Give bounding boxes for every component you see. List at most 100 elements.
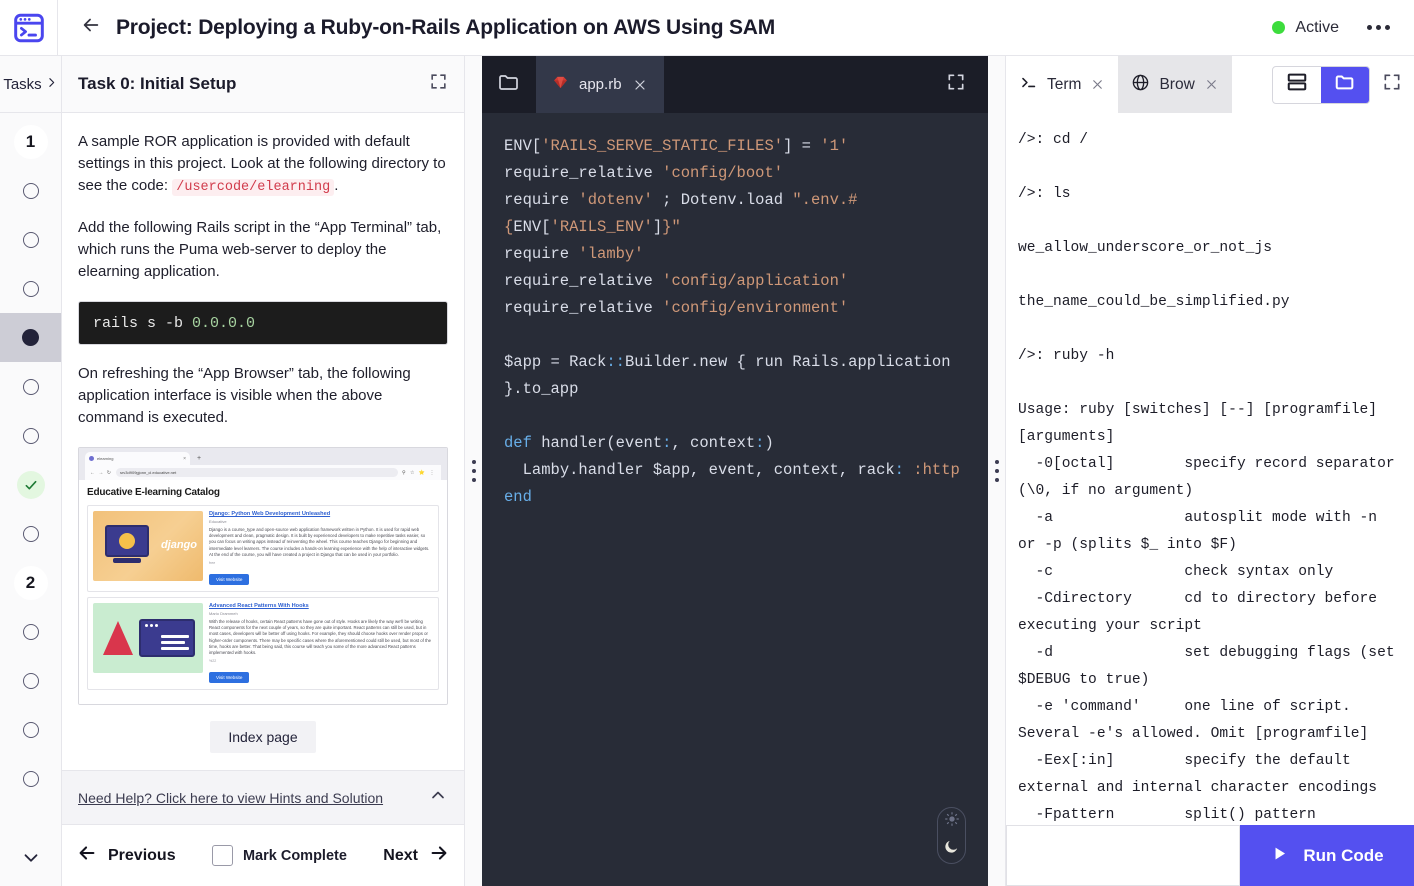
sun-icon[interactable]	[944, 811, 960, 832]
step-dot-icon	[22, 721, 39, 738]
section-badge: 2	[13, 565, 48, 600]
drag-handle-icon	[994, 458, 999, 485]
status-dot-icon	[1272, 21, 1286, 34]
editor-tab-label: app.rb	[579, 76, 622, 93]
close-icon[interactable]	[1090, 77, 1105, 92]
terminal-panel: Term Brow />: cd / />: ls we_allow_under…	[1005, 56, 1414, 886]
step-dot-icon	[22, 427, 39, 444]
next-button[interactable]: Next	[383, 842, 450, 869]
inline-code-path: /usercode/elearning	[172, 179, 335, 196]
rail-step-6[interactable]	[0, 411, 61, 460]
rail-step-12[interactable]	[0, 754, 61, 803]
close-icon[interactable]	[1204, 77, 1219, 92]
task-expand-button[interactable]	[429, 72, 448, 96]
step-dot-icon	[22, 672, 39, 689]
rail-step-10[interactable]	[0, 656, 61, 705]
catalog-card-title: Django: Python Web Development Unleashed	[209, 511, 331, 517]
favicon-icon	[89, 456, 94, 461]
screenshot-tab-title: elearning	[97, 456, 114, 461]
section-badge: 1	[13, 124, 48, 159]
rail-collapse-button[interactable]	[0, 834, 61, 886]
arrow-left-icon	[80, 14, 102, 41]
expand-icon	[946, 72, 966, 97]
tab-terminal[interactable]: Term	[1006, 56, 1119, 113]
terminal-footer: Run Code	[1006, 825, 1414, 886]
previous-button[interactable]: Previous	[76, 842, 176, 869]
step-dot-icon	[22, 182, 39, 199]
layout-single-button[interactable]	[1321, 66, 1369, 103]
panel-divider-right[interactable]	[988, 56, 1005, 886]
rail-item-list: 1 2	[0, 113, 61, 834]
expand-icon	[429, 72, 448, 96]
layout-split-button[interactable]	[1273, 67, 1321, 103]
next-label: Next	[383, 846, 418, 864]
nav-buttons-icon: ← → ↻	[90, 469, 112, 476]
terminal-output[interactable]: />: cd / />: ls we_allow_underscore_or_n…	[1006, 113, 1414, 825]
rail-header[interactable]: Tasks	[0, 56, 61, 113]
step-dot-icon	[22, 525, 39, 542]
task-header: Task 0: Initial Setup	[62, 56, 464, 113]
catalog-card-body: Django is a course_type and open-source …	[209, 527, 430, 557]
rail-step-11[interactable]	[0, 705, 61, 754]
rail-section-1[interactable]: 1	[0, 117, 61, 166]
mark-complete-checkbox[interactable]: Mark Complete	[211, 845, 347, 866]
run-code-button[interactable]: Run Code	[1240, 825, 1414, 886]
panel-divider-left[interactable]	[465, 56, 482, 886]
app-logo[interactable]	[0, 0, 58, 56]
angular-logo-icon	[103, 621, 133, 656]
catalog-card-title: Advanced React Patterns With Hooks	[209, 603, 309, 610]
rail-step-2[interactable]	[0, 215, 61, 264]
rail-section-2[interactable]: 2	[0, 558, 61, 607]
rail-step-3[interactable]	[0, 264, 61, 313]
terminal-input[interactable]	[1006, 825, 1240, 886]
folder-icon	[497, 70, 521, 99]
task-content: A sample ROR application is provided wit…	[62, 113, 464, 770]
arrow-left-icon	[76, 842, 98, 869]
hints-toggle[interactable]: Need Help? Click here to view Hints and …	[62, 770, 464, 824]
rail-step-7-done[interactable]	[0, 460, 61, 509]
visit-website-button: Visit Website	[209, 574, 250, 586]
checkbox-icon[interactable]	[211, 845, 233, 866]
screenshot-browser-chrome: elearning × + ← → ↻ srv3d909gjonn_cl.edu…	[79, 448, 447, 480]
command-code-block: rails s -b 0.0.0.0	[78, 301, 448, 345]
close-icon: ×	[183, 455, 186, 462]
terminal-output-text: />: cd / />: ls we_allow_underscore_or_n…	[1018, 132, 1395, 823]
rail-step-1[interactable]	[0, 166, 61, 215]
editor-expand-button[interactable]	[946, 56, 988, 113]
file-explorer-button[interactable]	[482, 56, 536, 113]
rail-step-5[interactable]	[0, 362, 61, 411]
screenshot-tab: elearning ×	[85, 452, 190, 465]
task-rail: Tasks 1 2	[0, 56, 62, 886]
editor-tab-app-rb[interactable]: app.rb	[536, 56, 664, 113]
catalog-card-author: Mario Drammeh	[209, 611, 238, 617]
step-dot-icon	[22, 280, 39, 297]
terminal-expand-button[interactable]	[1382, 72, 1402, 97]
task-paragraph-3: On refreshing the “App Browser” tab, the…	[78, 365, 411, 426]
main-body: Tasks 1 2 Task 0: Initial Setup A sample…	[0, 56, 1414, 886]
more-options-button[interactable]	[1361, 19, 1396, 36]
hints-link[interactable]: Need Help? Click here to view Hints and …	[78, 790, 383, 806]
top-bar-right: Active	[1272, 19, 1414, 37]
catalog-card-text: Advanced React Patterns With Hooks Mario…	[209, 603, 433, 684]
tab-browser[interactable]: Brow	[1118, 56, 1232, 113]
screenshot-tabstrip: elearning × +	[85, 452, 441, 465]
status-label: Active	[1295, 18, 1339, 36]
task-title: Task 0: Initial Setup	[78, 74, 237, 93]
step-dot-icon	[22, 378, 39, 395]
terminal-tabstrip: Term Brow	[1006, 56, 1414, 113]
theme-toggle[interactable]	[937, 807, 966, 864]
task-paragraph-1-period: .	[334, 177, 339, 194]
rail-step-4-current[interactable]	[0, 313, 61, 362]
task-paragraph-2: Add the following Rails script in the “A…	[78, 219, 442, 280]
back-button[interactable]	[74, 11, 108, 45]
rail-step-9[interactable]	[0, 607, 61, 656]
layout-toggle-group	[1272, 65, 1370, 104]
rail-step-8[interactable]	[0, 509, 61, 558]
ruby-gem-icon	[552, 74, 569, 96]
moon-icon[interactable]	[943, 838, 960, 860]
code-area[interactable]: ENV['RAILS_SERVE_STATIC_FILES'] = '1' re…	[482, 113, 988, 886]
close-icon[interactable]	[632, 77, 648, 93]
code-text: ENV['RAILS_SERVE_STATIC_FILES'] = '1' re…	[504, 137, 960, 506]
rail-header-label: Tasks	[3, 75, 42, 93]
new-tab-icon: +	[197, 455, 202, 462]
